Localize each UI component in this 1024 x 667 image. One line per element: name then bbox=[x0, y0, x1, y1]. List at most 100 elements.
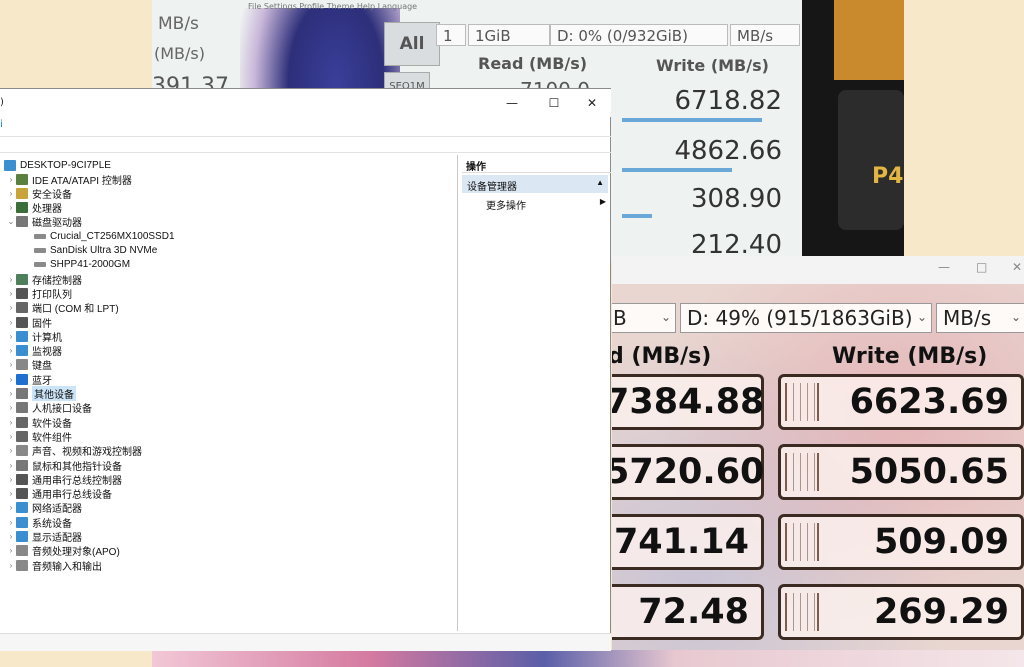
chevron-right-icon[interactable]: › bbox=[6, 346, 16, 355]
action-more[interactable]: 更多操作 ▶ bbox=[486, 197, 608, 212]
bezel-text: P4 bbox=[872, 164, 904, 189]
device-category-icon bbox=[16, 430, 28, 442]
tree-category[interactable]: › 键盘 bbox=[6, 358, 52, 372]
tree-device[interactable]: Crucial_CT256MX100SSD1 bbox=[34, 229, 175, 243]
photo-drive-select: D: 0% (0/932GiB) bbox=[550, 24, 728, 46]
chevron-right-icon[interactable]: › bbox=[6, 403, 16, 412]
dm-titlebar[interactable]: ) — ☐ ✕ bbox=[0, 89, 611, 117]
device-category-icon bbox=[16, 316, 28, 328]
tree-category[interactable]: › 其他设备 bbox=[6, 386, 76, 401]
action-device-manager[interactable]: 设备管理器 ▲ bbox=[462, 175, 608, 193]
tree-category[interactable]: › 通用串行总线控制器 bbox=[6, 472, 122, 487]
menu-fragment[interactable]: i bbox=[0, 119, 3, 130]
close-icon[interactable]: ✕ bbox=[1012, 260, 1022, 274]
photo-unit-label-2: (MB/s) bbox=[154, 44, 205, 63]
minimize-icon: — bbox=[506, 96, 518, 110]
tree-category[interactable]: › 端口 (COM 和 LPT) bbox=[6, 301, 119, 315]
chevron-down-icon[interactable]: ⌄ bbox=[6, 217, 16, 226]
chevron-right-icon[interactable]: › bbox=[6, 489, 16, 498]
chevron-right-icon[interactable]: › bbox=[6, 546, 16, 555]
tree-category[interactable]: › 音频处理对象(APO) bbox=[6, 544, 120, 558]
tree-category[interactable]: › 人机接口设备 bbox=[6, 401, 92, 415]
tree-category[interactable]: › IDE ATA/ATAPI 控制器 bbox=[6, 172, 132, 187]
photo-write-value: 4862.66 bbox=[674, 136, 782, 166]
minimize-button[interactable]: — bbox=[492, 91, 532, 115]
tree-category[interactable]: › 软件组件 bbox=[6, 429, 72, 444]
device-category-icon bbox=[16, 416, 28, 428]
tree-root-label: DESKTOP-9CI7PLE bbox=[20, 159, 111, 171]
tree-category-label: 键盘 bbox=[32, 361, 52, 373]
tree-device-label: SanDisk Ultra 3D NVMe bbox=[50, 245, 158, 256]
tree-device-label: Crucial_CT256MX100SSD1 bbox=[50, 230, 175, 242]
chevron-right-icon[interactable]: › bbox=[6, 389, 16, 398]
maximize-icon[interactable]: □ bbox=[976, 260, 987, 274]
chevron-right-icon[interactable]: › bbox=[6, 203, 16, 212]
chevron-right-icon[interactable]: › bbox=[6, 189, 16, 198]
cdm-titlebar[interactable]: — □ ✕ bbox=[612, 256, 1024, 284]
tree-category[interactable]: › 处理器 bbox=[6, 201, 62, 215]
device-category-icon bbox=[16, 459, 28, 471]
chevron-right-icon[interactable]: › bbox=[6, 475, 16, 484]
tree-category[interactable]: › 固件 bbox=[6, 315, 52, 330]
tree-category-label: 鼠标和其他指针设备 bbox=[32, 461, 122, 473]
tree-device[interactable]: SHPP41-2000GM bbox=[34, 258, 130, 272]
read-header: d (MB/s) bbox=[612, 344, 712, 369]
tree-category[interactable]: › 音频输入和输出 bbox=[6, 558, 102, 573]
caret-up-icon: ▲ bbox=[596, 178, 604, 187]
device-category-icon bbox=[16, 388, 28, 399]
tree-category[interactable]: › 存储控制器 bbox=[6, 272, 82, 287]
drive-select[interactable]: D: 49% (915/1863GiB) ⌄ bbox=[680, 303, 932, 333]
chevron-right-icon[interactable]: › bbox=[6, 289, 16, 298]
tree-category[interactable]: › 声音、视频和游戏控制器 bbox=[6, 444, 142, 458]
tree-category[interactable]: › 通用串行总线设备 bbox=[6, 487, 112, 501]
write-result-rnd4k-q1t1: 269.29 bbox=[778, 584, 1024, 640]
device-category-icon bbox=[16, 187, 28, 199]
disk-drive-icon bbox=[34, 262, 46, 268]
chevron-right-icon[interactable]: › bbox=[6, 375, 16, 384]
chevron-right-icon[interactable]: › bbox=[6, 432, 16, 441]
tree-category[interactable]: › 安全设备 bbox=[6, 186, 72, 201]
chevron-right-icon[interactable]: › bbox=[6, 332, 16, 341]
tree-root[interactable]: DESKTOP-9CI7PLE bbox=[4, 158, 111, 172]
tree-category[interactable]: › 打印队列 bbox=[6, 286, 72, 301]
tree-category[interactable]: › 软件设备 bbox=[6, 415, 72, 430]
write-header: Write (MB/s) bbox=[832, 344, 988, 369]
chevron-right-icon[interactable]: › bbox=[6, 175, 16, 184]
photo-write-value: 6718.82 bbox=[674, 86, 782, 116]
maximize-button[interactable]: ☐ bbox=[534, 91, 574, 115]
chevron-right-icon[interactable]: › bbox=[6, 303, 16, 312]
unit-select[interactable]: MB/s ⌄ bbox=[936, 303, 1024, 333]
read-result-seq1m-q8t1: 7384.88 bbox=[612, 374, 764, 430]
chevron-right-icon[interactable]: › bbox=[6, 446, 16, 455]
tree-category[interactable]: › 计算机 bbox=[6, 329, 62, 344]
tree-category[interactable]: › 显示适配器 bbox=[6, 530, 82, 544]
unit-value: MB/s bbox=[943, 306, 992, 330]
read-result-rnd4k-q32t1: 741.14 bbox=[612, 514, 764, 570]
chevron-right-icon[interactable]: › bbox=[6, 518, 16, 527]
write-result-seq1m-q1t1: 5050.65 bbox=[778, 444, 1024, 500]
tree-category[interactable]: ⌄ 磁盘驱动器 bbox=[6, 215, 82, 229]
tree-category[interactable]: › 网络适配器 bbox=[6, 501, 82, 515]
minimize-icon[interactable]: — bbox=[938, 260, 950, 274]
tree-category-label: 软件组件 bbox=[32, 432, 72, 444]
chevron-right-icon[interactable]: › bbox=[6, 561, 16, 570]
test-size-select[interactable]: B ⌄ bbox=[612, 303, 676, 333]
chevron-right-icon[interactable]: › bbox=[6, 532, 16, 541]
chevron-right-icon[interactable]: › bbox=[6, 275, 16, 284]
chevron-right-icon[interactable]: › bbox=[6, 503, 16, 512]
device-category-icon bbox=[16, 488, 28, 500]
chevron-right-icon[interactable]: › bbox=[6, 318, 16, 327]
chevron-right-icon[interactable]: › bbox=[6, 418, 16, 427]
tree-category[interactable]: › 蓝牙 bbox=[6, 372, 52, 387]
tree-category[interactable]: › 鼠标和其他指针设备 bbox=[6, 458, 122, 473]
tree-category[interactable]: › 系统设备 bbox=[6, 515, 72, 530]
chevron-right-icon[interactable]: › bbox=[6, 461, 16, 470]
tree-category[interactable]: › 监视器 bbox=[6, 344, 62, 358]
tree-device[interactable]: SanDisk Ultra 3D NVMe bbox=[34, 244, 157, 258]
disk-drive-icon bbox=[34, 233, 46, 239]
tree-category-label: 系统设备 bbox=[32, 518, 72, 530]
maximize-icon: ☐ bbox=[548, 96, 560, 110]
status-bar bbox=[0, 633, 611, 651]
close-button[interactable]: ✕ bbox=[572, 91, 612, 115]
chevron-right-icon[interactable]: › bbox=[6, 360, 16, 369]
